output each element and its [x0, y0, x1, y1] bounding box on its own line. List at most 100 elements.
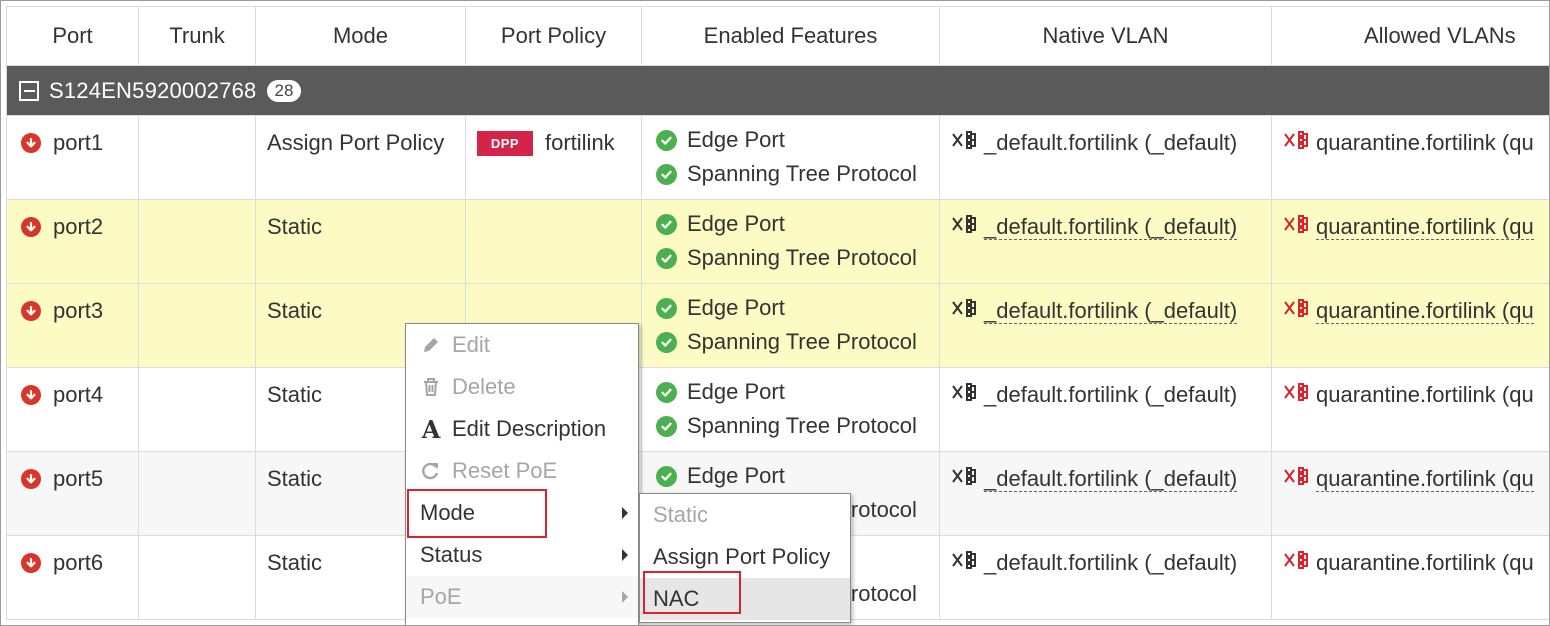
- menu-item-delete[interactable]: Delete: [406, 366, 638, 408]
- text-a-icon: A: [421, 414, 441, 444]
- feature-label: Spanning Tree Protocol: [687, 413, 917, 438]
- dpp-badge: DPP: [477, 130, 533, 156]
- check-circle-icon: [656, 381, 677, 403]
- column-header-trunk[interactable]: Trunk: [138, 6, 256, 66]
- port-down-icon: [21, 385, 41, 405]
- vlan-icon-red: [1284, 130, 1310, 156]
- mode-value: Static: [267, 214, 323, 239]
- window-frame: Port Trunk Mode Port Policy Enabled Feat…: [0, 0, 1550, 626]
- collapse-icon[interactable]: [19, 80, 39, 101]
- switch-name: S124EN5920002768: [49, 77, 257, 103]
- allowed-vlan-link[interactable]: quarantine.fortilink (qu: [1284, 130, 1534, 156]
- submenu-arrow-icon: [622, 549, 628, 561]
- vlan-icon-red: [1284, 550, 1310, 576]
- submenu-item-assign-port-policy[interactable]: Assign Port Policy: [640, 536, 850, 578]
- column-header-port-policy[interactable]: Port Policy: [465, 6, 642, 66]
- menu-item-edit[interactable]: Edit: [406, 324, 638, 366]
- feature-label: Edge Port: [687, 463, 785, 488]
- mode-value: Assign Port Policy: [267, 130, 445, 155]
- check-circle-icon: [656, 129, 677, 151]
- refresh-icon: [420, 461, 442, 481]
- native-vlan-link[interactable]: _default.fortilink (_default): [952, 550, 1237, 576]
- trunk-cell: [138, 115, 256, 200]
- submenu-item-nac[interactable]: NAC: [640, 578, 850, 620]
- allowed-vlan-link[interactable]: quarantine.fortilink (qu: [1284, 214, 1534, 240]
- allowed-vlan-link[interactable]: quarantine.fortilink (qu: [1284, 382, 1534, 408]
- port-name: port1: [53, 130, 104, 155]
- column-header-port[interactable]: Port: [6, 6, 139, 66]
- menu-item-label: Delete: [452, 374, 516, 399]
- check-circle-icon: [656, 297, 677, 319]
- feature-label: Edge Port: [687, 211, 785, 236]
- feature-label: Edge Port: [687, 379, 785, 404]
- check-circle-icon: [656, 465, 677, 487]
- port-down-icon: [21, 301, 41, 321]
- native-vlan-link[interactable]: _default.fortilink (_default): [952, 466, 1238, 492]
- column-header-native-vlan[interactable]: Native VLAN: [939, 6, 1272, 66]
- port-name: port3: [53, 298, 104, 323]
- allowed-vlan-link[interactable]: quarantine.fortilink (qu: [1284, 466, 1534, 492]
- check-circle-icon: [656, 331, 677, 353]
- menu-item-label: Edit: [452, 332, 490, 357]
- native-vlan-link[interactable]: _default.fortilink (_default): [952, 214, 1238, 240]
- menu-item-label: PoE: [420, 584, 462, 609]
- native-vlan-link[interactable]: _default.fortilink (_default): [952, 130, 1237, 156]
- allowed-vlan-link[interactable]: quarantine.fortilink (qu: [1284, 298, 1534, 324]
- submenu-arrow-icon: [622, 591, 628, 603]
- mode-submenu: Static Assign Port Policy NAC: [639, 493, 851, 623]
- port-down-icon: [21, 469, 41, 489]
- menu-item-mode[interactable]: Mode: [406, 492, 638, 534]
- vlan-icon: [952, 214, 978, 240]
- vlan-icon: [952, 550, 978, 576]
- switch-group-row[interactable]: S124EN5920002768 28: [6, 65, 1549, 116]
- menu-item-poe[interactable]: PoE: [406, 576, 638, 618]
- port-name: port6: [53, 550, 104, 575]
- column-header-mode[interactable]: Mode: [255, 6, 466, 66]
- column-header-enabled-features[interactable]: Enabled Features: [641, 6, 940, 66]
- port-name: port4: [53, 382, 104, 407]
- submenu-item-static[interactable]: Static: [640, 494, 850, 536]
- table-row[interactable]: port3 Static Edge Port Spanning Tree Protoc…: [6, 283, 1549, 368]
- check-circle-icon: [656, 247, 677, 269]
- table-header: Port Trunk Mode Port Policy Enabled Feat…: [6, 6, 1549, 66]
- allowed-vlan-link[interactable]: quarantine.fortilink (qu: [1284, 550, 1534, 576]
- vlan-icon-red: [1284, 214, 1310, 240]
- port-name: port5: [53, 466, 104, 491]
- menu-item-label: Mode: [420, 500, 476, 525]
- column-header-allowed-vlans[interactable]: Allowed VLANs: [1271, 6, 1549, 66]
- submenu-item-label: Assign Port Policy: [653, 544, 831, 569]
- feature-label: Spanning Tree Protocol: [687, 161, 917, 186]
- table-row[interactable]: port4 Static Edge Port Spanning Tree Protoc…: [6, 367, 1549, 452]
- check-circle-icon: [656, 213, 677, 235]
- menu-item-edit-description[interactable]: A Edit Description: [406, 408, 638, 450]
- pencil-icon: [420, 335, 442, 355]
- trunk-cell: [138, 199, 256, 284]
- vlan-icon: [952, 382, 978, 408]
- vlan-icon: [952, 298, 978, 324]
- trash-icon: [420, 377, 442, 397]
- table-row[interactable]: port1 Assign Port Policy DPP fortilink Edge …: [6, 115, 1549, 200]
- port-count-badge: 28: [266, 79, 302, 102]
- table-row[interactable]: port2 Static Edge Port Spanning Tree Protoc…: [6, 199, 1549, 284]
- port-name: port2: [53, 214, 104, 239]
- menu-item-label: Reset PoE: [452, 458, 558, 483]
- context-menu: Edit Delete A Edit Description Reset PoE Mode…: [405, 323, 639, 625]
- feature-label: Spanning Tree Protocol: [687, 329, 917, 354]
- check-circle-icon: [656, 163, 677, 185]
- vlan-icon: [952, 130, 978, 156]
- trunk-cell: [138, 283, 256, 368]
- menu-item-label: Status: [420, 542, 483, 567]
- port-down-icon: [21, 133, 41, 153]
- native-vlan-link[interactable]: _default.fortilink (_default): [952, 382, 1237, 408]
- vlan-icon-red: [1284, 298, 1310, 324]
- submenu-arrow-icon: [622, 507, 628, 519]
- trunk-cell: [138, 451, 256, 536]
- mode-value: Static: [267, 298, 323, 323]
- menu-item-reset-poe[interactable]: Reset PoE: [406, 450, 638, 492]
- feature-label: Edge Port: [687, 127, 785, 152]
- menu-item-status[interactable]: Status: [406, 534, 638, 576]
- vlan-icon: [952, 466, 978, 492]
- check-circle-icon: [656, 415, 677, 437]
- port-down-icon: [21, 553, 41, 573]
- native-vlan-link[interactable]: _default.fortilink (_default): [952, 298, 1238, 324]
